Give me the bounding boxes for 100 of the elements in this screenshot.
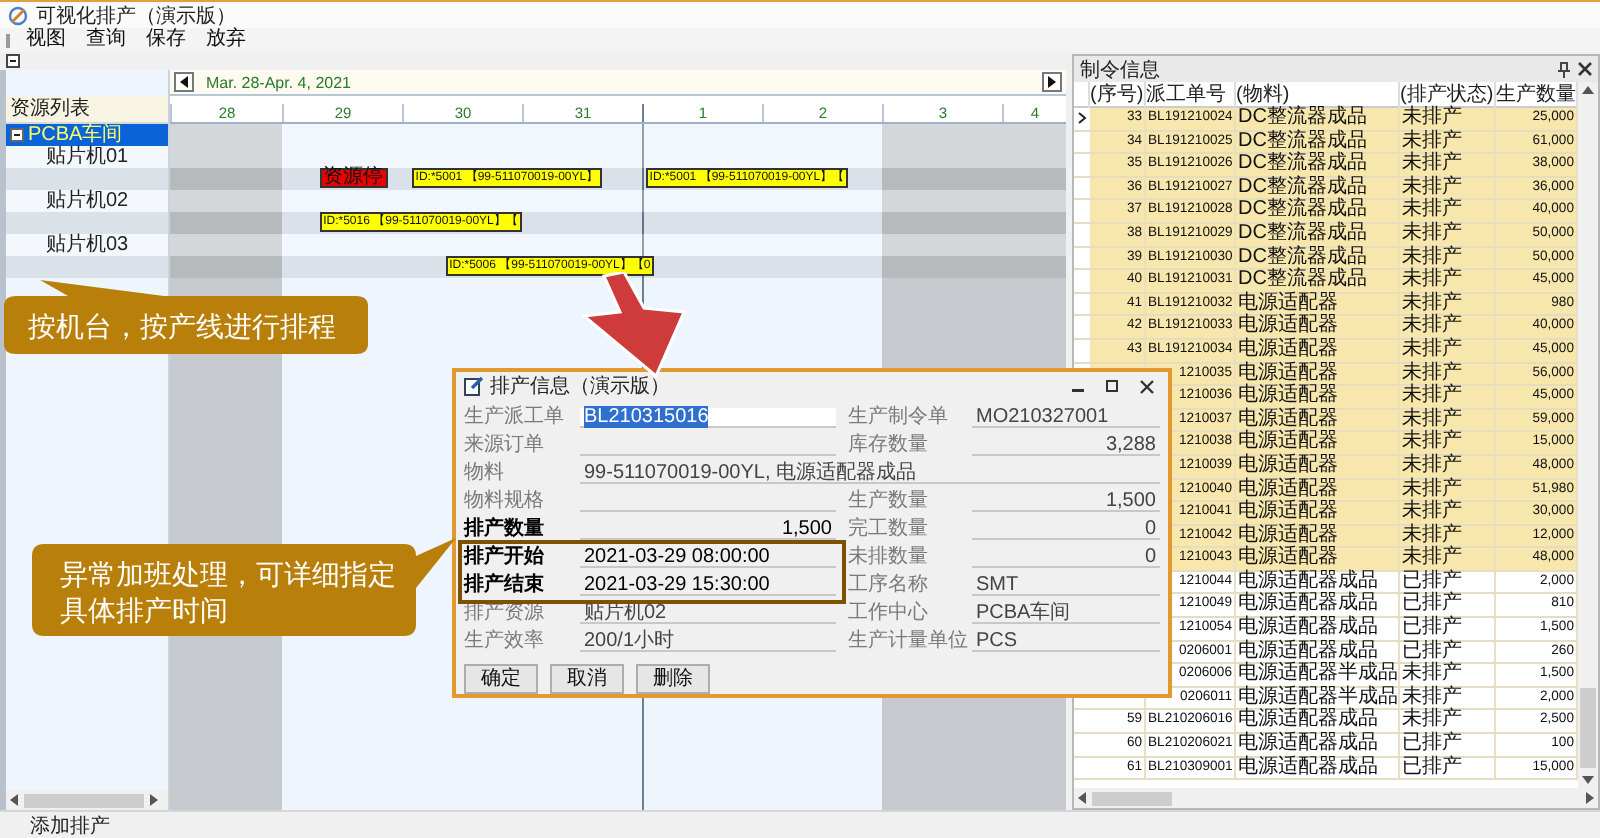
table-cell: 电源适配器 <box>1236 409 1400 431</box>
pin-icon[interactable] <box>1558 61 1570 77</box>
table-cell: 电源适配器 <box>1236 525 1400 547</box>
edit-icon <box>464 376 484 396</box>
scrollbar[interactable] <box>1074 788 1598 808</box>
table-cell: 未排产 <box>1400 316 1496 338</box>
table-cell: 电源适配器成品 <box>1236 641 1400 663</box>
table-cell: 电源适配器成品 <box>1236 594 1400 617</box>
field-label: 生产制令单 <box>848 408 950 428</box>
table-cell: 未排产 <box>1400 154 1496 176</box>
table-cell: 电源适配器成品 <box>1236 618 1400 640</box>
date-range: Mar. 28-Apr. 4, 2021 <box>206 73 353 91</box>
input-field[interactable]: 2021-03-29 15:30:00 <box>580 576 836 596</box>
scroll-down-icon[interactable] <box>1582 776 1594 784</box>
table-cell: 未排产 <box>1400 339 1496 362</box>
window-title: 可视化排产（演示版） <box>36 3 236 27</box>
table-cell: 未排产 <box>1400 131 1496 153</box>
menu-item[interactable]: 保存 <box>142 28 190 52</box>
maximize-icon <box>1106 380 1118 392</box>
table-cell: 电源适配器 <box>1236 316 1400 338</box>
scroll-right-icon[interactable] <box>148 794 158 806</box>
table-cell: 未排产 <box>1400 108 1496 130</box>
scroll-left-icon[interactable] <box>10 794 20 806</box>
table-cell: DC整流器成品 <box>1236 177 1400 199</box>
close-icon <box>1139 379 1153 393</box>
table-cell: 未排产 <box>1400 455 1496 477</box>
previous-button[interactable] <box>174 72 194 92</box>
field-label: 物料规格 <box>464 492 546 512</box>
tree-item[interactable]: 贴片机03 <box>6 234 168 256</box>
scrollbar[interactable] <box>1578 82 1598 788</box>
table-cell: 已排产 <box>1400 641 1496 663</box>
table-cell: 已排产 <box>1400 571 1496 593</box>
table-cell: DC整流器成品 <box>1236 131 1400 153</box>
scrollbar[interactable] <box>6 790 168 810</box>
scrollbar-thumb[interactable] <box>24 793 144 807</box>
dialog-button[interactable]: 删除 <box>636 664 710 694</box>
table-cell: DC整流器成品 <box>1236 200 1400 222</box>
table-cell: 电源适配器 <box>1236 386 1400 408</box>
table-cell: 电源适配器 <box>1236 293 1400 315</box>
table-cell: 未排产 <box>1400 664 1496 686</box>
collapse-icon[interactable] <box>6 54 20 68</box>
scrollbar-thumb[interactable] <box>1092 791 1172 805</box>
table-cell: DC整流器成品 <box>1236 270 1400 292</box>
scrollbar-thumb[interactable] <box>1580 688 1596 768</box>
tree-item[interactable]: 贴片机02 <box>6 190 168 212</box>
field-label: 未排数量 <box>848 548 930 568</box>
field-label: 生产数量 <box>848 492 930 512</box>
table-cell: 未排产 <box>1400 293 1496 315</box>
table-cell: 未排产 <box>1400 502 1496 524</box>
table-cell: 未排产 <box>1400 710 1496 733</box>
menu-item[interactable]: 查询 <box>82 28 130 52</box>
input-field[interactable]: 1,500 <box>580 520 836 540</box>
menu-item[interactable]: 视图 <box>22 28 70 52</box>
table-cell: 未排产 <box>1400 525 1496 547</box>
resource-list-header: 资源列表 <box>6 96 168 124</box>
tree-item[interactable]: 贴片机01 <box>6 146 168 168</box>
table-cell: 电源适配器 <box>1236 479 1400 501</box>
table-cell: DC整流器成品 <box>1236 247 1400 269</box>
table-cell: DC整流器成品 <box>1236 154 1400 176</box>
table-cell: 电源适配器成品 <box>1236 734 1400 756</box>
dialog-button[interactable]: 取消 <box>550 664 624 694</box>
scroll-up-icon[interactable] <box>1582 86 1594 94</box>
table-cell: 电源适配器 <box>1236 455 1400 477</box>
app-icon <box>8 5 28 25</box>
table-cell: 已排产 <box>1400 618 1496 640</box>
downtime-bar[interactable]: 资源停 <box>319 168 388 188</box>
pointer-arrow <box>580 272 687 379</box>
field-label: 生产效率 <box>464 632 546 652</box>
field-label: 生产计量单位 <box>848 632 970 652</box>
table-cell: 未排产 <box>1400 177 1496 199</box>
table-cell: DC整流器成品 <box>1236 223 1400 246</box>
field-label: 库存数量 <box>848 436 930 456</box>
table-cell: 电源适配器 <box>1236 339 1400 362</box>
table-cell: 电源适配器成品 <box>1236 757 1400 779</box>
table-cell: 未排产 <box>1400 363 1496 385</box>
table-cell: 未排产 <box>1400 270 1496 292</box>
table-cell: 未排产 <box>1400 432 1496 454</box>
right-triangle-icon <box>1048 76 1056 88</box>
table-cell: 已排产 <box>1400 594 1496 617</box>
table-cell: 电源适配器 <box>1236 502 1400 524</box>
status-text[interactable]: 添加排产 <box>30 811 110 838</box>
field-label: 排产开始 <box>464 548 546 568</box>
table-cell: 未排产 <box>1400 223 1496 246</box>
dialog-button[interactable]: 确定 <box>464 664 538 694</box>
table-cell: 未排产 <box>1400 200 1496 222</box>
table-cell: 未排产 <box>1400 409 1496 431</box>
field-label: 排产数量 <box>464 520 546 540</box>
close-icon[interactable] <box>1578 62 1592 76</box>
menu-item[interactable]: 放弃 <box>202 28 250 52</box>
table-cell: 电源适配器 <box>1236 363 1400 385</box>
collapse-icon[interactable] <box>10 128 24 142</box>
scroll-right-icon[interactable] <box>1584 792 1594 804</box>
table-cell: DC整流器成品 <box>1236 108 1400 130</box>
field-label: 完工数量 <box>848 520 930 540</box>
tree-item[interactable]: PCBA车间 <box>6 124 168 146</box>
table-cell: 已排产 <box>1400 757 1496 779</box>
field-label: 生产派工单 <box>464 408 566 428</box>
next-button[interactable] <box>1042 72 1062 92</box>
scroll-left-icon[interactable] <box>1078 792 1088 804</box>
input-field[interactable]: 2021-03-29 08:00:00 <box>580 548 836 568</box>
